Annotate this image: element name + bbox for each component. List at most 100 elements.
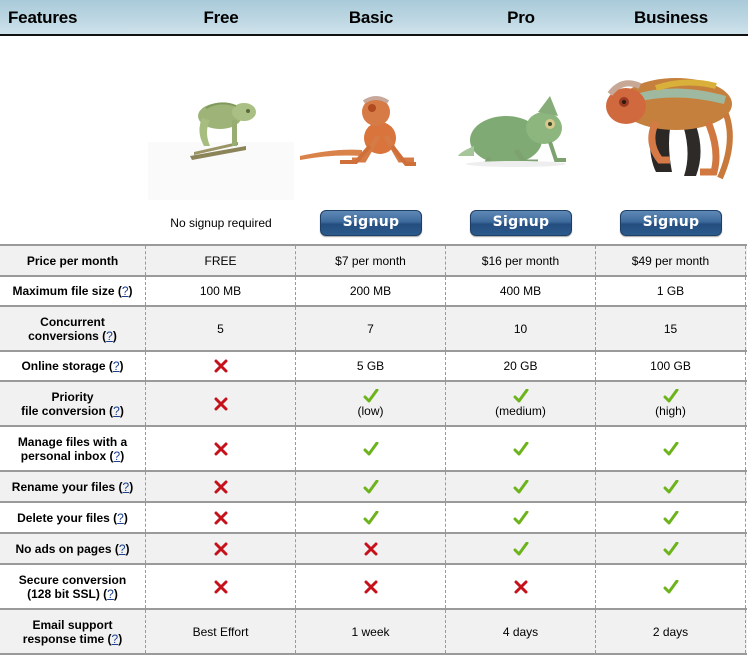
value-cell-free: [146, 382, 296, 425]
checkmark-icon: [663, 541, 678, 555]
feature-label-line: No ads on pages (?): [15, 541, 130, 556]
value-text: 400 MB: [499, 284, 542, 298]
cross-icon: [214, 511, 227, 524]
checkmark-icon: [513, 441, 528, 455]
table-row: Delete your files (?): [0, 503, 747, 534]
cross-icon: [214, 442, 227, 455]
value-text: 7: [367, 321, 374, 336]
checkmark-icon: [663, 389, 678, 403]
feature-label-line: conversions (?): [28, 328, 117, 343]
feature-label: Price per month: [0, 246, 146, 275]
checkmark-icon: [513, 479, 528, 493]
checkmark-icon: [513, 541, 528, 555]
value-text: $49 per month: [631, 253, 710, 268]
checkmark-icon: [363, 510, 378, 524]
checkmark-icon: [663, 479, 678, 493]
pro-signup-button[interactable]: Signup: [470, 210, 572, 236]
feature-label-line: Secure conversion: [19, 573, 126, 587]
basic-plan-chameleon-image: [296, 42, 446, 202]
value-cell-pro: 10: [446, 307, 596, 350]
feature-label-text: No ads on pages: [15, 541, 112, 556]
cross-icon: [514, 580, 527, 593]
feature-label-text: Concurrent: [40, 314, 105, 329]
priority-level-text: (medium): [495, 404, 546, 418]
feature-label: Priority file conversion (?): [0, 382, 146, 425]
priority-level-text: (high): [655, 404, 686, 418]
cross-icon: [364, 580, 377, 593]
value-cell-pro: [446, 503, 596, 532]
cross-icon: [214, 480, 227, 493]
feature-label-line: Delete your files (?): [17, 510, 128, 525]
feature-label-text: Email support: [32, 617, 113, 632]
cross-icon: [214, 359, 227, 373]
feature-label: Manage files with a personal inbox (?): [0, 427, 146, 470]
priority-level-text: (low): [357, 404, 384, 418]
value-text: 100 MB: [199, 284, 242, 298]
feature-label: Delete your files (?): [0, 503, 146, 532]
feature-label-text: Priority: [51, 389, 94, 404]
value-cell-basic: [296, 427, 446, 470]
value-text: Best Effort: [192, 624, 249, 639]
value-cell-basic: [296, 472, 446, 501]
table-row: No ads on pages (?): [0, 534, 747, 565]
value-text: $7 per month: [335, 253, 406, 268]
feature-label: Secure conversion (128 bit SSL) (?): [0, 565, 146, 608]
feature-label-text: Online storage: [21, 359, 106, 373]
value-cell-free: [146, 352, 296, 380]
cross-icon: [214, 542, 227, 555]
help-link[interactable]: ?: [113, 404, 120, 418]
help-link[interactable]: ?: [113, 359, 120, 373]
free-plan-chameleon-image: [146, 42, 296, 202]
value-cell-business: [596, 534, 746, 563]
business-signup-button[interactable]: Signup: [620, 210, 722, 236]
table-row: Price per month FREE $7 per month $16 per m…: [0, 246, 747, 277]
value-cell-pro: [446, 472, 596, 501]
help-link[interactable]: ?: [112, 632, 119, 646]
pricing-header: Features Free Basic Pro Business: [0, 0, 748, 36]
feature-label-text: personal inbox: [20, 448, 107, 463]
feature-label-line: Email support: [32, 618, 112, 632]
cross-icon: [364, 542, 377, 555]
value-cell-business: 100 GB: [596, 352, 746, 380]
value-cell-pro: 4 days: [446, 610, 596, 653]
feature-label-text: Secure conversion: [18, 572, 127, 587]
checkmark-icon: [663, 510, 678, 524]
feature-label-text: Rename your files: [11, 479, 116, 494]
table-row: Maximum file size (?) 100 MB 200 MB 400 MB 1…: [0, 277, 747, 307]
value-cell-business: [596, 427, 746, 470]
help-link[interactable]: ?: [114, 449, 121, 463]
value-cell-business: $49 per month: [596, 246, 746, 275]
value-text: 1 week: [351, 624, 390, 639]
plan-images-area: No signup required Signup Signup Signup: [0, 36, 748, 244]
feature-label-line: file conversion (?): [21, 403, 124, 418]
feature-label-text: Delete your files: [17, 510, 110, 525]
checkmark-icon: [513, 510, 528, 524]
value-cell-business: (high): [596, 382, 746, 425]
value-cell-free: [146, 427, 296, 470]
header-features: Features: [8, 8, 78, 27]
value-cell-free: [146, 565, 296, 608]
value-cell-basic: 1 week: [296, 610, 446, 653]
help-link[interactable]: ?: [122, 284, 129, 298]
help-link[interactable]: ?: [106, 329, 113, 343]
features-comparison-table: Price per month FREE $7 per month $16 per m…: [0, 244, 747, 655]
value-cell-pro: $16 per month: [446, 246, 596, 275]
value-cell-basic: 7: [296, 307, 446, 350]
value-text: 2 days: [652, 624, 689, 639]
help-link[interactable]: ?: [107, 587, 114, 601]
feature-label: Online storage (?): [0, 352, 146, 380]
help-link[interactable]: ?: [117, 511, 124, 525]
value-cell-free: 5: [146, 307, 296, 350]
value-cell-basic: (low): [296, 382, 446, 425]
value-text: 5: [217, 321, 224, 336]
help-link[interactable]: ?: [123, 480, 130, 494]
value-cell-business: [596, 503, 746, 532]
value-text: 4 days: [502, 624, 539, 639]
checkmark-icon: [363, 479, 378, 493]
pro-plan-chameleon-image: [446, 42, 596, 202]
cross-icon: [214, 397, 227, 410]
value-cell-pro: [446, 565, 596, 608]
basic-signup-button[interactable]: Signup: [320, 210, 422, 236]
feature-label-line: personal inbox (?): [20, 448, 125, 463]
help-link[interactable]: ?: [119, 542, 126, 556]
